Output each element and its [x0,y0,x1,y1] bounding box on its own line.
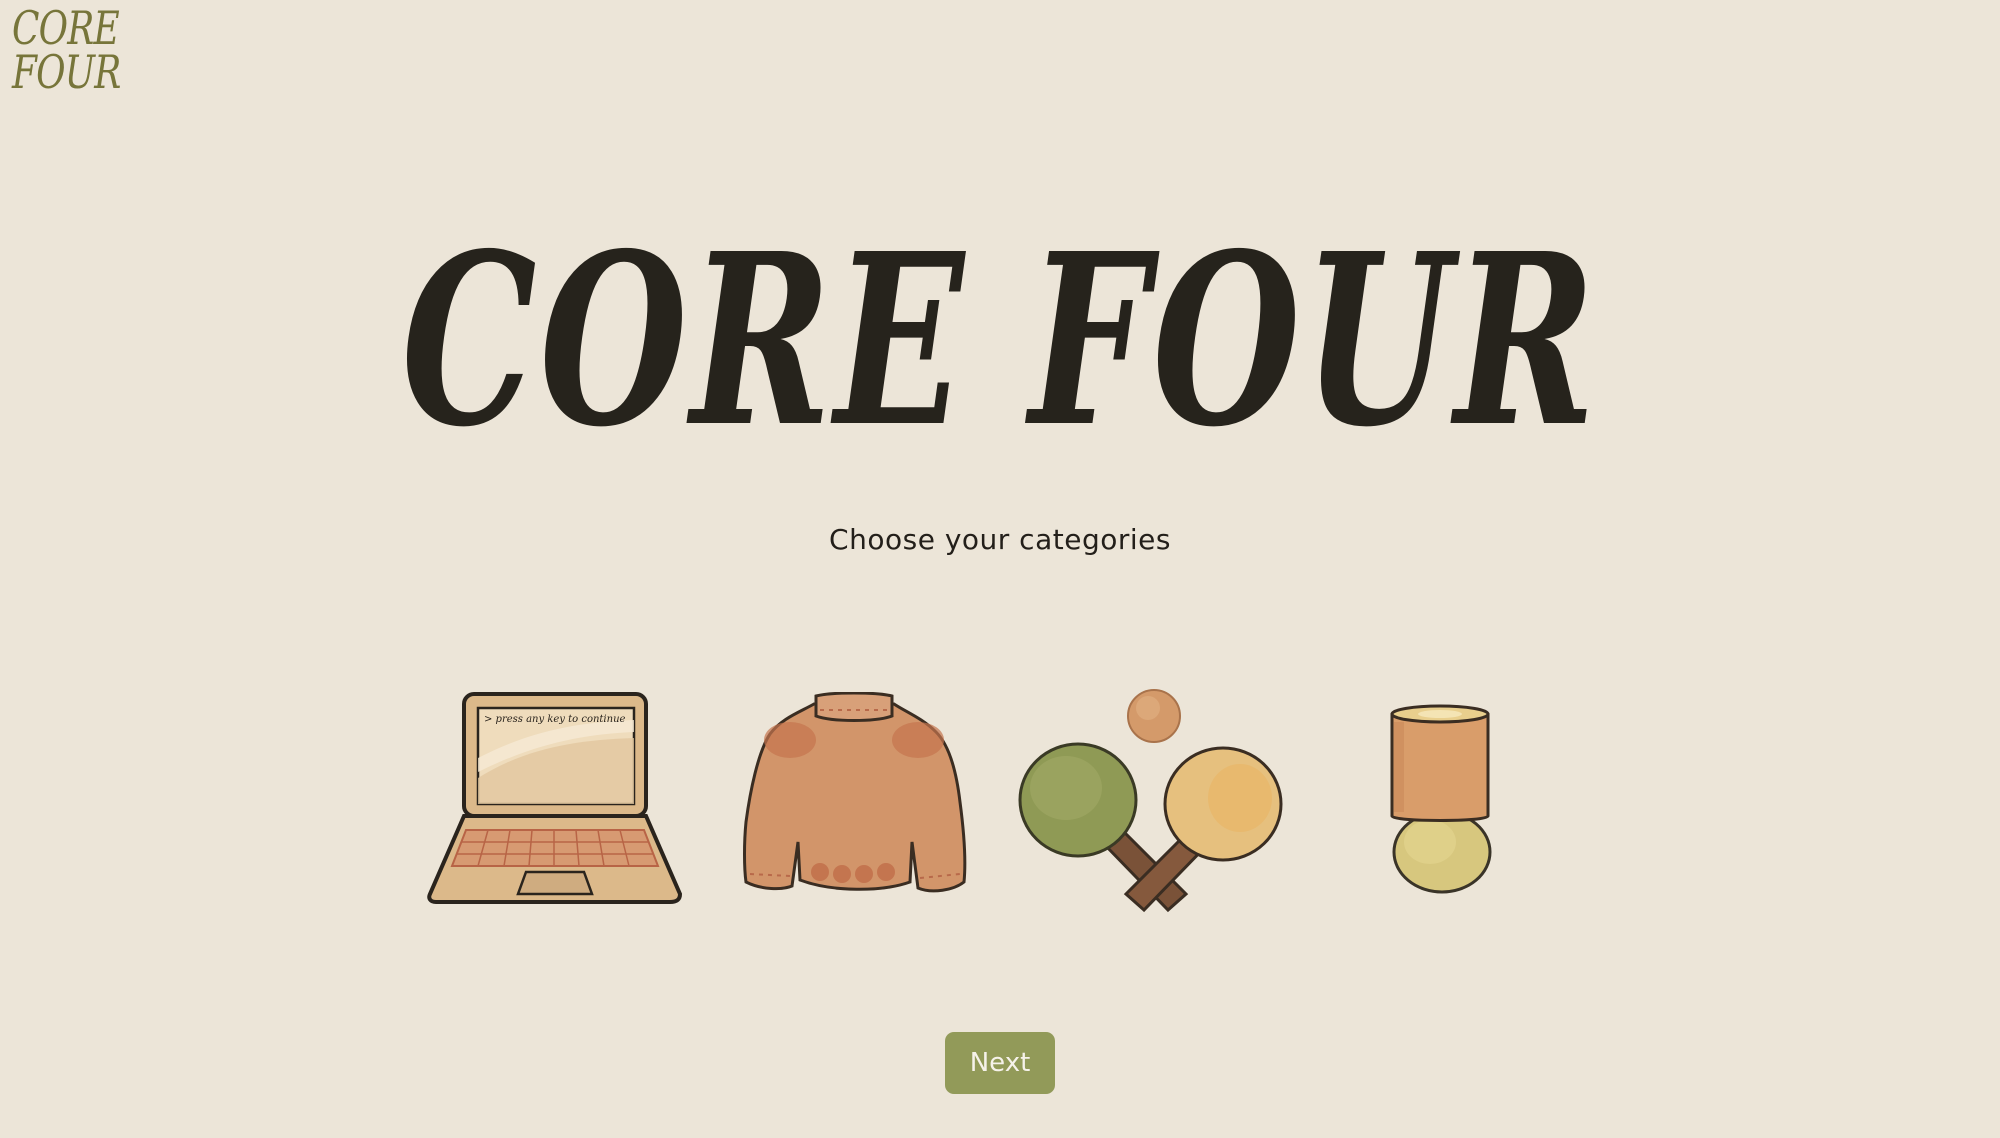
category-sweater[interactable] [742,692,968,900]
laptop-screen-text: > press any key to continue [484,714,626,725]
ping-pong-icon [1018,689,1283,913]
next-button[interactable]: Next [945,1032,1055,1094]
lamp-icon [1390,704,1492,894]
logo-line-1: CORE [12,1,120,55]
category-laptop[interactable]: > press any key to continue [426,688,684,908]
sweater-icon [743,692,967,893]
logo-line-2: FOUR [12,45,121,99]
hero-title: CORE FOUR [401,201,1599,479]
page-subtitle: Choose your categories [829,523,1171,556]
corner-logo[interactable]: CORE FOUR [12,1,121,99]
category-ping-pong[interactable] [1018,688,1288,918]
category-lamp[interactable] [1382,700,1498,900]
laptop-icon: > press any key to continue [427,692,683,904]
